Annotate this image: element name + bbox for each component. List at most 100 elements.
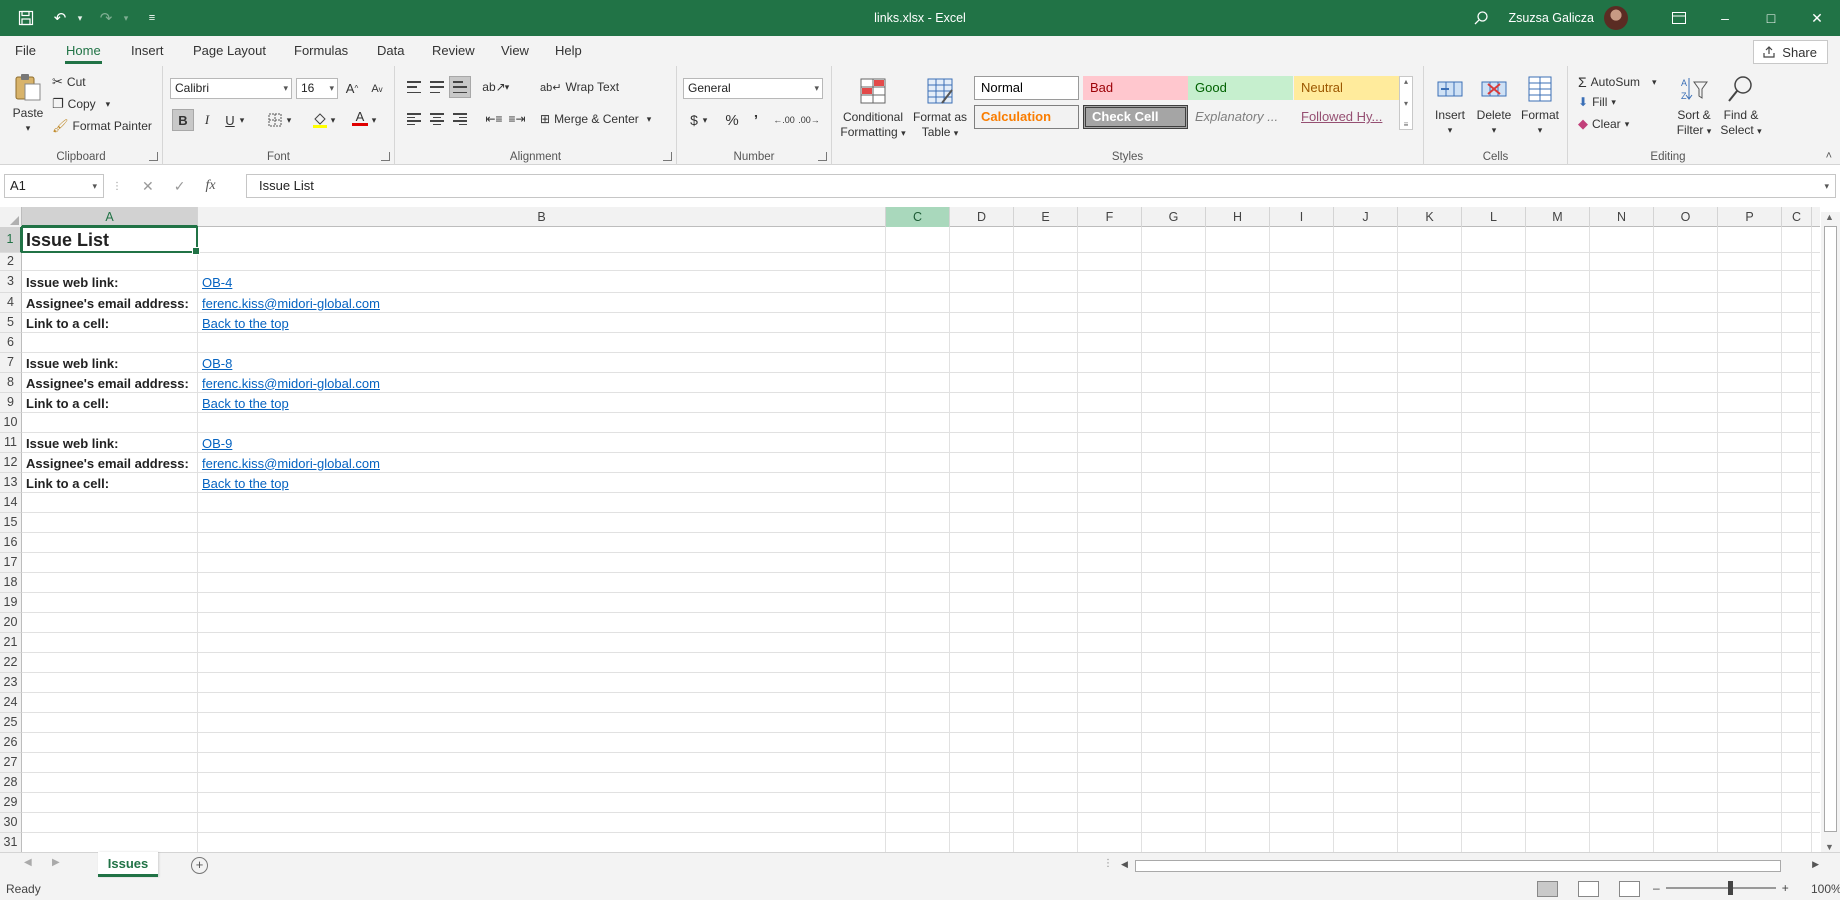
row-header-15[interactable]: 15 [0,513,22,533]
column-header-n[interactable]: N [1590,207,1654,227]
row-header-25[interactable]: 25 [0,713,22,733]
cell-a5[interactable]: Link to a cell: [22,313,109,333]
column-header-h[interactable]: H [1206,207,1270,227]
align-center-icon[interactable] [426,108,448,130]
next-sheet-icon[interactable]: ▶ [52,857,60,868]
sort-filter-button[interactable]: AZ Sort & Filter ▾ [1672,74,1716,139]
column-header-o[interactable]: O [1654,207,1718,227]
undo-icon[interactable]: ↶ [46,4,74,32]
column-header-m[interactable]: M [1526,207,1590,227]
row-header-4[interactable]: 4 [0,293,22,313]
search-icon[interactable] [1463,0,1499,36]
column-header-a[interactable]: A [22,207,198,227]
cell-b11[interactable]: OB-9 [198,433,232,453]
format-as-table-button[interactable]: Format as Table ▾ [912,76,968,141]
font-launcher-icon[interactable] [381,152,390,161]
expand-formula-bar-icon[interactable]: ▾ [1824,175,1829,197]
row-header-13[interactable]: 13 [0,473,22,493]
row-header-11[interactable]: 11 [0,433,22,453]
column-header-b[interactable]: B [198,207,886,227]
comma-style-icon[interactable]: ’ [745,109,767,131]
cell-b4[interactable]: ferenc.kiss@midori-global.com [198,293,380,313]
row-header-22[interactable]: 22 [0,653,22,673]
row-header-19[interactable]: 19 [0,593,22,613]
formula-input[interactable]: Issue List ▾ [246,174,1836,198]
cell-b7[interactable]: OB-8 [198,353,232,373]
cell-a9[interactable]: Link to a cell: [22,393,109,413]
page-break-preview-icon[interactable] [1619,881,1640,897]
row-header-20[interactable]: 20 [0,613,22,633]
row-header-29[interactable]: 29 [0,793,22,813]
fill-button[interactable]: ⬇ Fill ▾ [1578,95,1616,109]
cell-a1[interactable]: Issue List [22,227,109,253]
scroll-left-icon[interactable]: ◀ [1121,859,1128,870]
cell-b3[interactable]: OB-4 [198,271,232,293]
row-header-28[interactable]: 28 [0,773,22,793]
style-explanatory[interactable]: Explanatory ... [1188,105,1293,129]
chevron-down-icon[interactable]: ▾ [1404,99,1408,108]
split-handle-icon[interactable]: ⋮ [1103,858,1113,869]
column-header-g[interactable]: G [1142,207,1206,227]
cancel-icon[interactable]: ✕ [142,178,154,195]
font-family-combo[interactable]: Calibri ▾ [170,78,292,99]
delete-cells-button[interactable]: Delete ▾ [1474,74,1514,138]
ribbon-display-options-icon[interactable] [1656,0,1702,36]
zoom-slider-knob[interactable] [1727,881,1733,895]
row-header-3[interactable]: 3 [0,271,22,293]
align-top-icon[interactable] [403,76,425,98]
share-button[interactable]: Share [1753,40,1828,64]
clipboard-launcher-icon[interactable] [149,152,158,161]
row-header-26[interactable]: 26 [0,733,22,753]
font-size-combo[interactable]: 16 ▾ [296,78,338,99]
format-cells-button[interactable]: Format ▾ [1518,74,1562,138]
column-header-f[interactable]: F [1078,207,1142,227]
column-header-p[interactable]: P [1718,207,1782,227]
style-calculation[interactable]: Calculation [974,105,1079,129]
tab-view[interactable]: View [490,36,540,66]
column-header-c[interactable]: C [1782,207,1812,227]
zoom-in-icon[interactable]: + [1782,881,1789,895]
alignment-launcher-icon[interactable] [663,152,672,161]
cell-a13[interactable]: Link to a cell: [22,473,109,493]
autosum-button[interactable]: Σ AutoSum ▾ [1578,74,1657,90]
tab-insert[interactable]: Insert [120,36,175,66]
bold-icon[interactable]: B [172,109,194,131]
style-bad[interactable]: Bad [1083,76,1188,100]
insert-cells-button[interactable]: Insert ▾ [1430,74,1470,138]
row-header-9[interactable]: 9 [0,393,22,413]
vertical-scroll-thumb[interactable] [1824,226,1837,832]
number-launcher-icon[interactable] [818,152,827,161]
row-header-24[interactable]: 24 [0,693,22,713]
horizontal-scrollbar[interactable]: ⋮ ◀ ▶ [1103,858,1819,874]
row-header-5[interactable]: 5 [0,313,22,333]
orientation-dropdown-icon[interactable]: ▾ [501,76,513,98]
find-select-button[interactable]: Find & Select ▾ [1718,74,1764,139]
increase-font-size-icon[interactable]: A ^ [341,77,363,99]
cell-a11[interactable]: Issue web link: [22,433,118,453]
decrease-font-size-icon[interactable]: Av [366,78,388,100]
vertical-scrollbar[interactable]: ▲ ▼ [1821,212,1840,852]
column-header-c[interactable]: C [886,207,950,227]
select-all-button[interactable] [0,207,22,227]
row-header-7[interactable]: 7 [0,353,22,373]
zoom-level[interactable]: 100% [1811,882,1840,896]
cell-b8[interactable]: ferenc.kiss@midori-global.com [198,373,380,393]
increase-decimal-icon[interactable]: ←.00 [773,109,795,131]
style-good[interactable]: Good [1188,76,1293,100]
merge-center-button[interactable]: ⊞ Merge & Center ▾ [540,112,651,126]
format-painter-button[interactable]: 🖌 Format Painter [52,118,152,134]
styles-gallery-scroller[interactable]: ▴ ▾ ≡ [1399,76,1413,130]
align-right-icon[interactable] [449,108,471,130]
row-header-31[interactable]: 31 [0,833,22,852]
row-header-10[interactable]: 10 [0,413,22,433]
cell-a3[interactable]: Issue web link: [22,271,118,293]
row-header-1[interactable]: 1 [0,227,22,253]
fill-color-dropdown-icon[interactable]: ▾ [327,109,339,131]
currency-dropdown-icon[interactable]: ▾ [699,109,711,131]
scroll-right-icon[interactable]: ▶ [1812,859,1819,870]
paste-button[interactable]: Paste ▾ [8,72,48,136]
enter-icon[interactable]: ✓ [174,178,186,195]
column-header-i[interactable]: I [1270,207,1334,227]
percent-icon[interactable]: % [721,109,743,131]
column-header-j[interactable]: J [1334,207,1398,227]
